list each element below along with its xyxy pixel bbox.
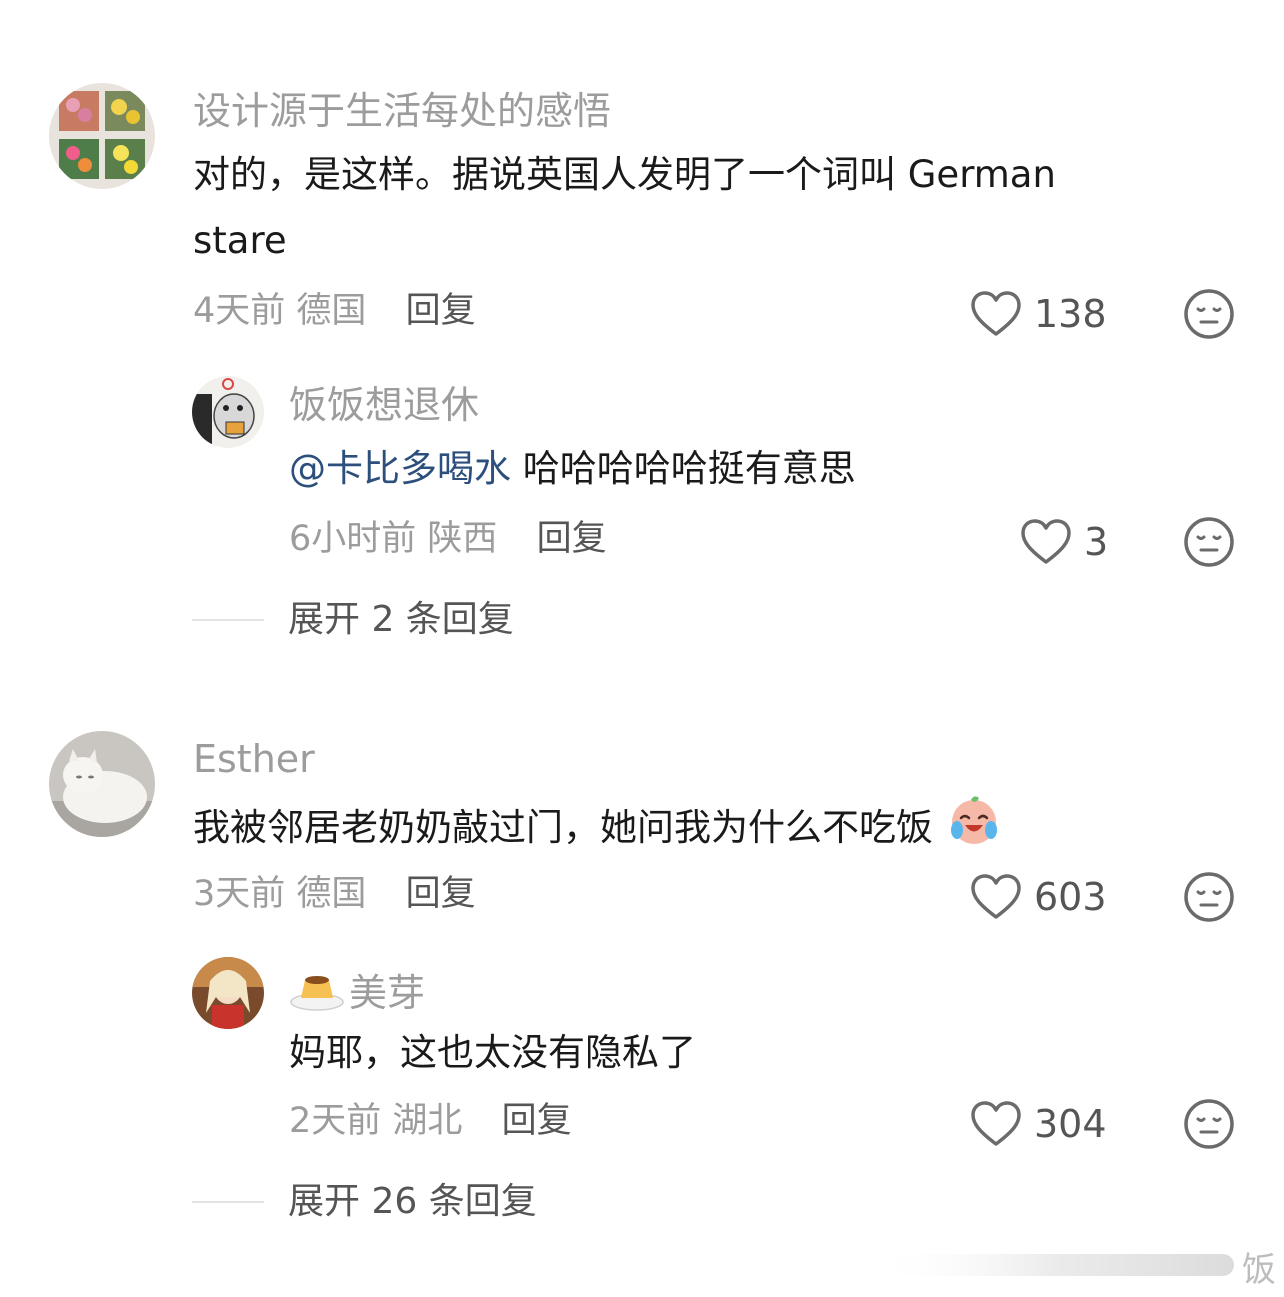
comment-text-line: stare — [193, 219, 287, 262]
reply-button[interactable]: 回复 — [537, 519, 607, 559]
mention-link[interactable]: @卡比多喝水 — [289, 447, 511, 490]
expand-replies-label[interactable]: 展开 26 条回复 — [288, 1184, 537, 1220]
comment-text: 对的，是这样。据说英国人发明了一个词叫 German stare — [193, 142, 1193, 274]
like-button[interactable]: 138 — [970, 288, 1107, 340]
watermark: 饭 — [868, 1232, 1284, 1297]
pudding-emoji — [289, 968, 345, 1018]
heart-outline-icon — [1021, 519, 1071, 564]
like-count: 304 — [1034, 1102, 1107, 1146]
reply-meta: 2天前 湖北 回复 — [289, 1104, 572, 1139]
username[interactable]: 设计源于生活每处的感悟 — [193, 92, 611, 130]
reply-body: 哈哈哈哈哈挺有意思 — [522, 447, 856, 490]
username[interactable]: Esther — [193, 740, 315, 778]
comment-text: 我被邻居老奶奶敲过门，她问我为什么不吃饭 — [193, 792, 1193, 867]
reply-button[interactable]: 回复 — [406, 874, 476, 914]
timestamp: 2天前 — [289, 1101, 382, 1141]
reply-text: 妈耶，这也太没有隐私了 — [289, 1020, 1189, 1086]
like-button[interactable]: 603 — [970, 871, 1107, 923]
expand-replies-label[interactable]: 展开 2 条回复 — [288, 602, 514, 638]
divider — [192, 619, 264, 621]
neutral-face-icon — [1184, 1099, 1234, 1149]
reply-username[interactable]: 饭饭想退休 — [289, 386, 479, 424]
location: 德国 — [296, 291, 367, 331]
comment-text-line: 对的，是这样。据说英国人发明了一个词叫 German — [193, 153, 1056, 196]
watermark-text: 饭 — [1242, 1250, 1276, 1290]
reply-avatar[interactable] — [192, 957, 264, 1029]
expand-replies[interactable]: 展开 26 条回复 — [192, 1184, 537, 1220]
location: 湖北 — [392, 1101, 463, 1141]
location: 陕西 — [427, 519, 498, 559]
user-avatar[interactable] — [49, 731, 155, 837]
like-button[interactable]: 304 — [970, 1098, 1107, 1150]
reaction-button[interactable] — [1183, 871, 1235, 923]
reply-text: @卡比多喝水 哈哈哈哈哈挺有意思 — [289, 436, 1189, 502]
laughing-crying-emoji — [947, 792, 1001, 867]
reply-meta: 6小时前 陕西 回复 — [289, 522, 607, 557]
divider — [192, 1201, 264, 1203]
expand-replies[interactable]: 展开 2 条回复 — [192, 602, 514, 638]
comment-body: 我被邻居老奶奶敲过门，她问我为什么不吃饭 — [193, 806, 933, 849]
reply-button[interactable]: 回复 — [502, 1101, 572, 1141]
reaction-button[interactable] — [1183, 516, 1235, 568]
user-avatar[interactable] — [49, 83, 155, 189]
reaction-button[interactable] — [1183, 288, 1235, 340]
comment-meta: 3天前 德国 回复 — [193, 877, 476, 912]
heart-outline-icon — [971, 291, 1021, 336]
like-count: 138 — [1034, 292, 1107, 336]
like-count: 603 — [1034, 875, 1107, 919]
reply-avatar[interactable] — [192, 376, 264, 448]
reply-body: 妈耶，这也太没有隐私了 — [289, 1031, 696, 1074]
timestamp: 4天前 — [193, 291, 286, 331]
heart-outline-icon — [971, 874, 1021, 919]
neutral-face-icon — [1184, 517, 1234, 567]
location: 德国 — [296, 874, 367, 914]
reply-username[interactable]: 美芽 — [289, 968, 425, 1018]
neutral-face-icon — [1184, 289, 1234, 339]
like-button[interactable]: 3 — [1020, 516, 1108, 568]
like-count: 3 — [1084, 520, 1109, 564]
reaction-button[interactable] — [1183, 1098, 1235, 1150]
reply-button[interactable]: 回复 — [406, 291, 476, 331]
timestamp: 3天前 — [193, 874, 286, 914]
neutral-face-icon — [1184, 872, 1234, 922]
comment-meta: 4天前 德国 回复 — [193, 294, 476, 329]
reply-username-text[interactable]: 美芽 — [349, 974, 425, 1012]
timestamp: 6小时前 — [289, 519, 417, 559]
heart-outline-icon — [971, 1101, 1021, 1146]
